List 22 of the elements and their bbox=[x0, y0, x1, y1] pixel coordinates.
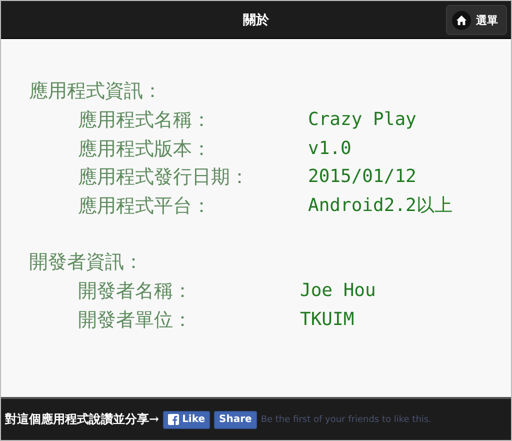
share-prompt: 對這個應用程式說讚並分享→ bbox=[5, 411, 160, 428]
field-value: 2015/01/12 bbox=[308, 165, 416, 189]
home-icon bbox=[456, 14, 467, 26]
field-label: 開發者名稱： bbox=[78, 279, 193, 304]
section-title: 開發者資訊： bbox=[29, 250, 144, 275]
field-value: Android2.2以上 bbox=[308, 194, 452, 218]
facebook-icon bbox=[168, 414, 180, 425]
field-value: v1.0 bbox=[308, 136, 352, 160]
social-text: Be the first of your friends to like this. bbox=[260, 414, 432, 424]
share-button[interactable]: Share bbox=[214, 410, 257, 428]
like-button[interactable]: Like bbox=[163, 410, 210, 428]
field-value: Crazy Play bbox=[308, 108, 416, 132]
field-label: 應用程式平台： bbox=[78, 194, 212, 218]
menu-button[interactable]: 選單 bbox=[446, 5, 507, 35]
section-title: 應用程式資訊： bbox=[29, 79, 163, 104]
field-label: 應用程式版本： bbox=[78, 136, 212, 162]
field-label: 應用程式發行日期： bbox=[78, 165, 250, 190]
field-value: TKUIM bbox=[300, 308, 354, 332]
field-value: Joe Hou bbox=[300, 279, 376, 303]
field-label: 應用程式名稱： bbox=[78, 108, 212, 133]
page-title: 關於 bbox=[243, 12, 269, 28]
field-label: 開發者單位： bbox=[78, 308, 193, 332]
